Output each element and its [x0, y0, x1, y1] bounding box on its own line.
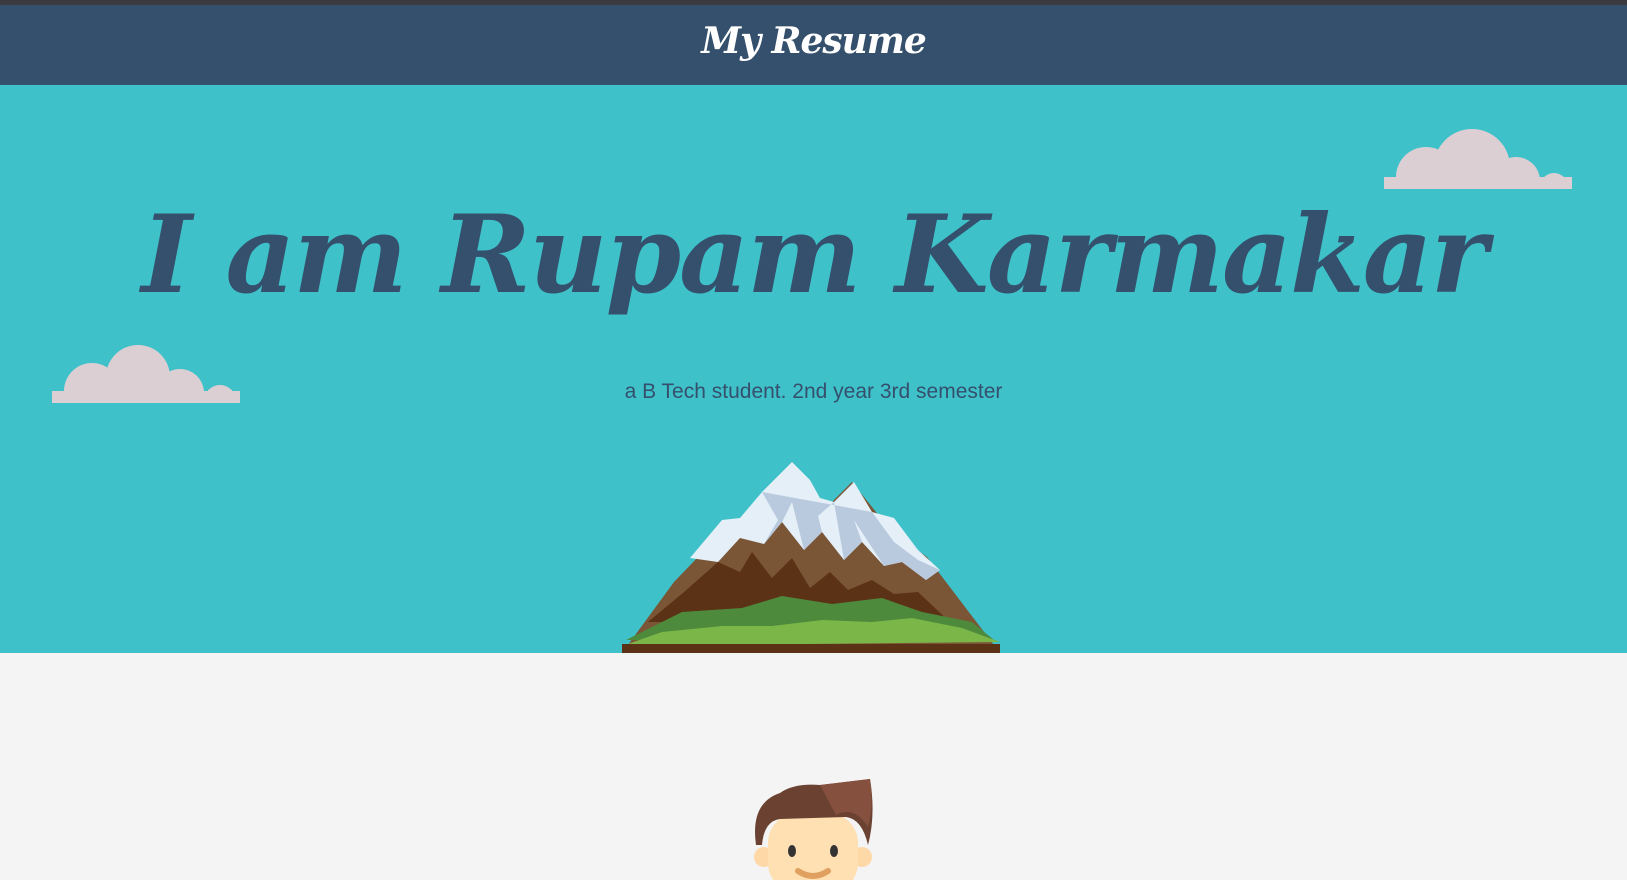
hero-section: I am Rupam Karmakar a B Tech student. 2n… [0, 85, 1627, 653]
hero-title: I am Rupam Karmakar [141, 192, 1487, 318]
navbar-brand-link[interactable]: My Resume [701, 17, 927, 65]
navbar: My Resume [0, 5, 1627, 85]
mountain-illustration [622, 462, 1000, 653]
avatar-illustration [754, 779, 873, 880]
hero-subtitle: a B Tech student. 2nd year 3rd semester [624, 380, 1003, 403]
cloud-icon [1384, 129, 1572, 189]
about-section [0, 653, 1627, 880]
